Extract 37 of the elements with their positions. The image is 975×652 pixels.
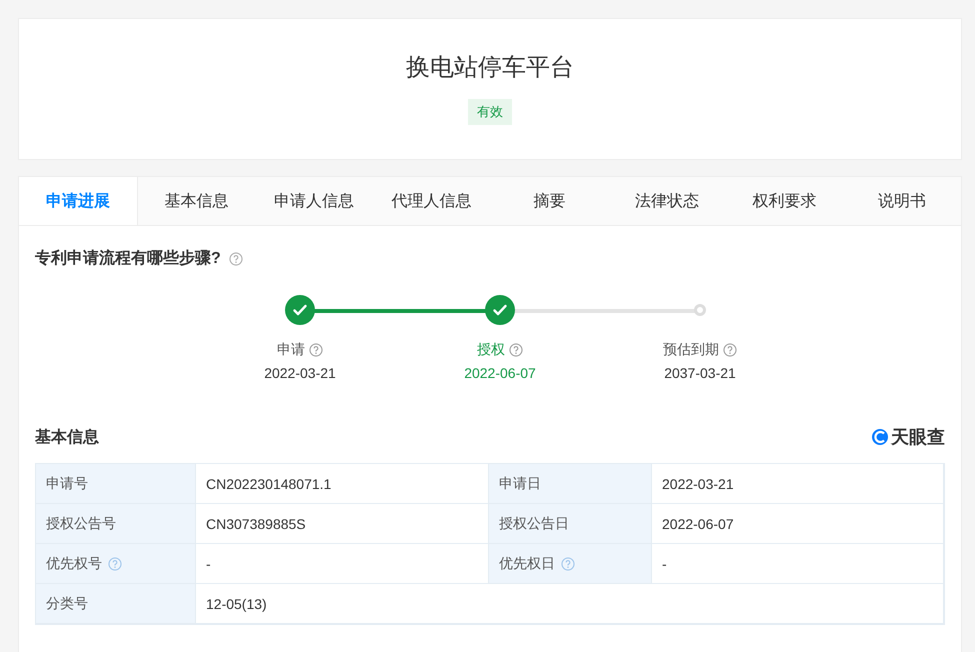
step-label: 预估到期 [663,341,719,359]
tab[interactable]: 申请人信息 [255,177,373,225]
tab[interactable]: 说明书 [843,177,961,225]
step-label: 授权 [477,341,505,359]
help-icon[interactable] [723,343,737,357]
help-icon[interactable] [561,556,575,570]
tab[interactable]: 摘要 [490,177,608,225]
tab[interactable]: 申请进展 [19,177,138,225]
field-label: 申请号 [46,474,88,492]
field-label: 优先权日 [499,554,555,572]
tab[interactable]: 法律状态 [608,177,726,225]
field-value: - [652,544,944,584]
help-icon[interactable] [309,343,323,357]
tab[interactable]: 权利要求 [726,177,844,225]
status-badge: 有效 [468,99,512,125]
field-label: 授权公告日 [499,514,569,532]
step-date: 2037-03-21 [664,365,736,381]
help-icon[interactable] [108,556,122,570]
tab[interactable]: 基本信息 [138,177,256,225]
help-icon[interactable] [509,343,523,357]
step-date: 2022-06-07 [464,365,536,381]
field-value: 2022-03-21 [652,464,944,504]
field-value: 2022-06-07 [652,504,944,544]
field-value: 12-05(13) [196,584,944,624]
field-label: 分类号 [46,594,88,612]
section-heading: 基本信息 [35,428,99,448]
step-label: 申请 [277,341,305,359]
source-logo: 天眼查 [891,426,945,449]
help-icon[interactable] [228,252,243,266]
section-heading: 专利申请流程有哪些步骤? [35,248,221,269]
field-label: 申请日 [499,474,541,492]
field-label: 优先权号 [46,554,102,572]
step-date: 2022-03-21 [264,365,336,381]
tab[interactable]: 代理人信息 [372,177,490,225]
patent-title: 换电站停车平台 [406,53,574,83]
field-label: 授权公告号 [46,514,116,532]
logo-icon [871,428,889,446]
